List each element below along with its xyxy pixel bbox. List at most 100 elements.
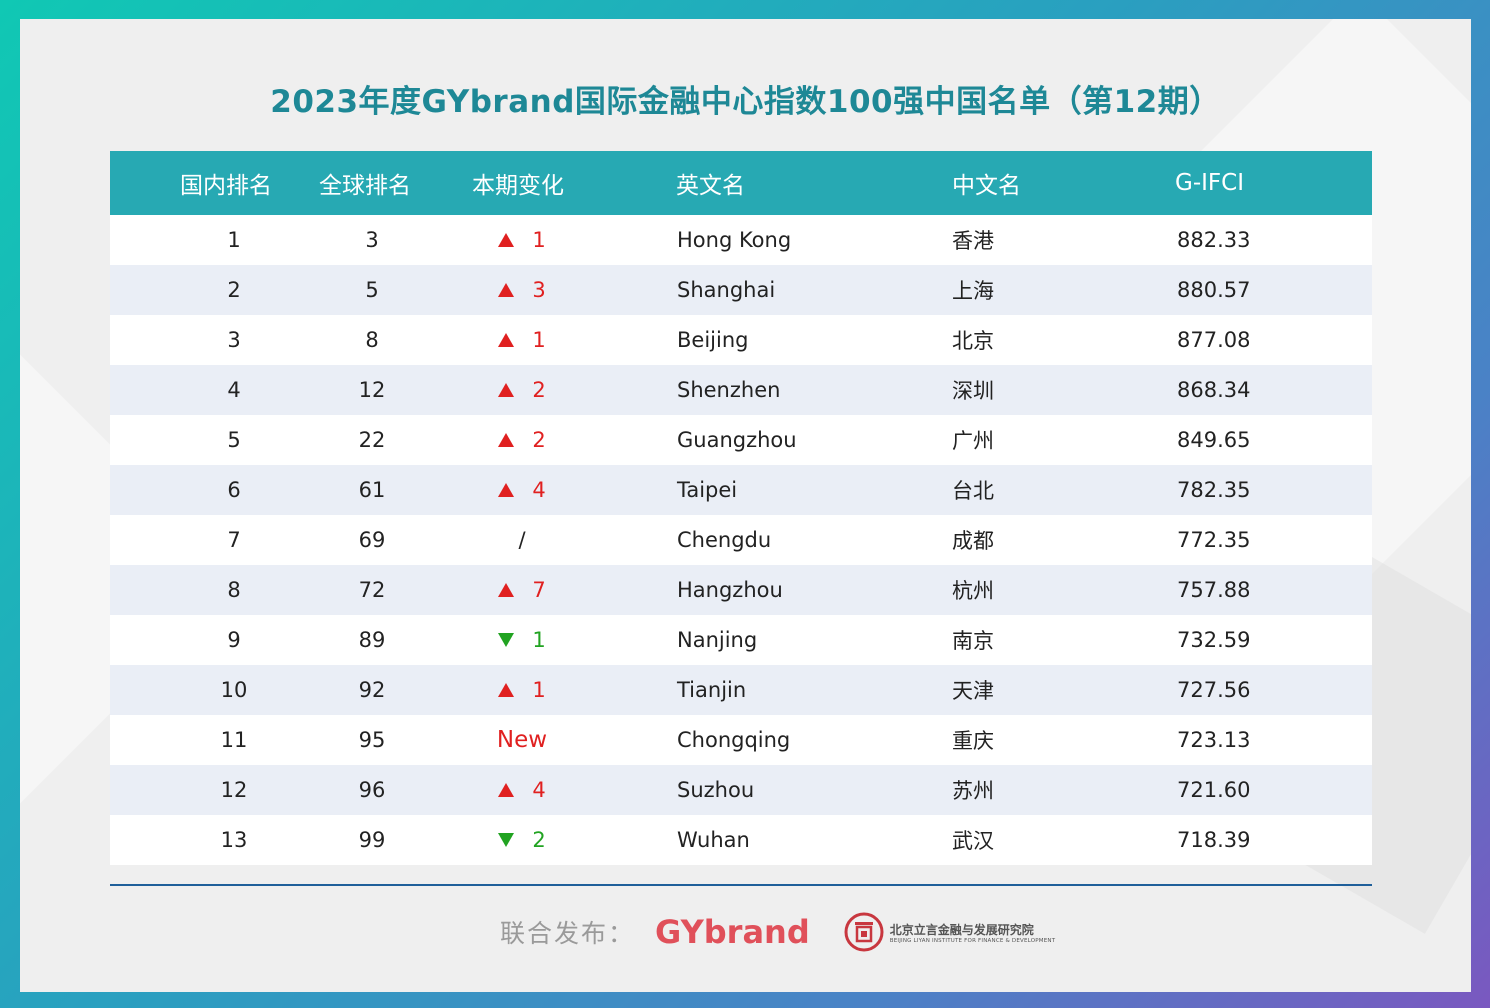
rank-change-value: 1	[532, 328, 546, 352]
table-row: 4 12 2 Shenzhen 深圳 868.34	[110, 365, 1372, 415]
joint-release-label: 联合发布：	[500, 919, 636, 948]
g-ifci-score: 772.35	[1177, 528, 1251, 552]
table-row: 13 99 2 Wuhan 武汉 718.39	[110, 815, 1372, 865]
global-rank: 72	[358, 578, 386, 602]
arrow-up-icon	[498, 383, 515, 397]
gybrand-logo: GYbrand	[655, 913, 810, 951]
global-rank: 8	[365, 328, 379, 352]
domestic-rank: 6	[227, 478, 241, 502]
chinese-name: 台北	[952, 479, 994, 503]
english-name: Chengdu	[677, 528, 772, 552]
arrow-down-icon	[498, 833, 515, 847]
rank-change-value: 1	[532, 628, 546, 652]
arrow-up-icon	[498, 583, 515, 597]
institute-name-en: BEIJING LIYAN INSTITUTE FOR FINANCE & DE…	[889, 937, 1056, 944]
g-ifci-score: 723.13	[1177, 728, 1251, 752]
table-row: 8 72 7 Hangzhou 杭州 757.88	[110, 565, 1372, 615]
rank-change-value: 2	[532, 828, 546, 852]
table-row: 11 95 New Chongqing 重庆 723.13	[110, 715, 1372, 765]
table-row: 6 61 4 Taipei 台北 782.35	[110, 465, 1372, 515]
new-entry-label: New	[496, 727, 548, 753]
rank-change-value: 4	[532, 778, 546, 802]
global-rank: 22	[358, 428, 386, 452]
domestic-rank: 1	[227, 228, 241, 252]
chinese-name: 深圳	[952, 379, 994, 403]
rank-change: New	[482, 727, 562, 753]
g-ifci-score: 727.56	[1177, 678, 1251, 702]
rank-change-value: 1	[532, 228, 546, 252]
rank-change: 2	[482, 828, 562, 852]
english-name: Hangzhou	[677, 578, 783, 602]
g-ifci-score: 732.59	[1177, 628, 1251, 652]
footer: 联合发布： GYbrand 北京立言金融与发展研究院 BEIJING LIYAN…	[500, 912, 1055, 952]
g-ifci-score: 718.39	[1177, 828, 1251, 852]
table-row: 7 69 / Chengdu 成都 772.35	[110, 515, 1372, 565]
global-rank: 3	[365, 228, 379, 252]
rank-change: 1	[482, 228, 562, 252]
chinese-name: 重庆	[952, 729, 994, 753]
g-ifci-score: 721.60	[1177, 778, 1251, 802]
domestic-rank: 13	[220, 828, 248, 852]
rank-change: 2	[482, 428, 562, 452]
g-ifci-score: 877.08	[1177, 328, 1251, 352]
g-ifci-score: 757.88	[1177, 578, 1251, 602]
global-rank: 99	[358, 828, 386, 852]
table-row: 3 8 1 Beijing 北京 877.08	[110, 315, 1372, 365]
english-name: Guangzhou	[677, 428, 797, 452]
g-ifci-score: 880.57	[1177, 278, 1251, 302]
arrow-up-icon	[498, 233, 515, 247]
arrow-up-icon	[498, 283, 515, 297]
no-change-label: /	[518, 528, 526, 552]
global-rank: 12	[358, 378, 386, 402]
global-rank: 95	[358, 728, 386, 752]
domestic-rank: 4	[227, 378, 241, 402]
english-name: Wuhan	[677, 828, 750, 852]
english-name: Hong Kong	[677, 228, 792, 252]
rank-change-value: 3	[532, 278, 546, 302]
institute-seal-icon	[844, 912, 884, 952]
global-rank: 61	[358, 478, 386, 502]
rank-change: 2	[482, 378, 562, 402]
global-rank: 96	[358, 778, 386, 802]
rank-change: 1	[482, 328, 562, 352]
chinese-name: 天津	[952, 679, 994, 703]
chinese-name: 武汉	[952, 829, 994, 853]
rank-change-value: 4	[532, 478, 546, 502]
table-bottom-rule	[110, 884, 1372, 886]
english-name: Chongqing	[677, 728, 791, 752]
domestic-rank: 9	[227, 628, 241, 652]
table-row: 2 5 3 Shanghai 上海 880.57	[110, 265, 1372, 315]
rank-change: 1	[482, 678, 562, 702]
rank-change-value: 7	[532, 578, 546, 602]
chinese-name: 北京	[952, 329, 994, 353]
rank-change-value: 2	[532, 428, 546, 452]
rank-change-value: 2	[532, 378, 546, 402]
rank-change: 3	[482, 278, 562, 302]
english-name: Taipei	[677, 478, 738, 502]
table-header: 国内排名 全球排名 本期变化 英文名 中文名 G-IFCI	[110, 151, 1372, 215]
english-name: Nanjing	[677, 628, 758, 652]
rank-change: 1	[482, 628, 562, 652]
arrow-up-icon	[498, 333, 515, 347]
table-row: 12 96 4 Suzhou 苏州 721.60	[110, 765, 1372, 815]
g-ifci-score: 868.34	[1177, 378, 1251, 402]
rank-change: 4	[482, 478, 562, 502]
domestic-rank: 7	[227, 528, 241, 552]
rank-change: 4	[482, 778, 562, 802]
institute-logo: 北京立言金融与发展研究院 BEIJING LIYAN INSTITUTE FOR…	[844, 912, 1056, 952]
arrow-down-icon	[498, 633, 515, 647]
english-name: Suzhou	[677, 778, 755, 802]
chinese-name: 上海	[952, 279, 994, 303]
global-rank: 89	[358, 628, 386, 652]
ranking-table: 国内排名 全球排名 本期变化 英文名 中文名 G-IFCI 1 3 1 Hong Ko…	[110, 151, 1372, 865]
english-name: Tianjin	[677, 678, 747, 702]
domestic-rank: 5	[227, 428, 241, 452]
chinese-name: 苏州	[952, 779, 994, 803]
global-rank: 69	[358, 528, 386, 552]
rank-change: /	[482, 528, 562, 552]
institute-name-cn: 北京立言金融与发展研究院	[889, 922, 1034, 937]
domestic-rank: 10	[220, 678, 248, 702]
chinese-name: 杭州	[952, 579, 994, 603]
infographic-panel: 2023年度GYbrand国际金融中心指数100强中国名单（第12期） 国内排名…	[20, 19, 1471, 992]
arrow-up-icon	[498, 483, 515, 497]
